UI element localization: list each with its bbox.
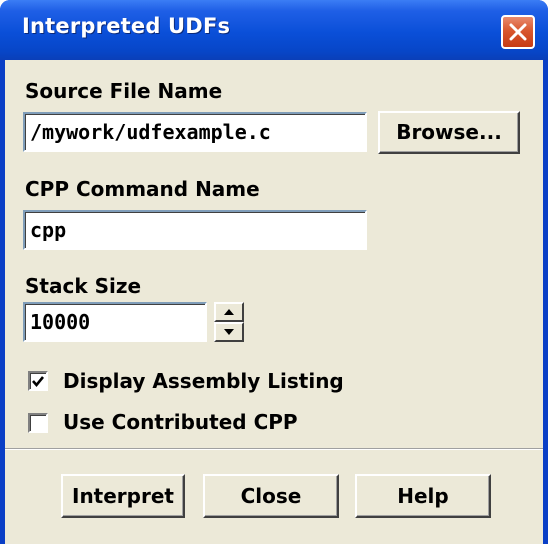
title-bar[interactable]: Interpreted UDFs: [0, 0, 548, 60]
stack-size-label: Stack Size: [25, 274, 142, 298]
interpret-button[interactable]: Interpret: [61, 474, 185, 518]
stack-size-input[interactable]: 10000: [23, 302, 207, 342]
cpp-command-input[interactable]: cpp: [23, 210, 367, 250]
stack-size-decrement-button[interactable]: [214, 322, 244, 342]
source-file-label: Source File Name: [25, 79, 223, 103]
up-arrow-icon: [224, 309, 234, 315]
display-assembly-checkbox[interactable]: [28, 371, 48, 391]
display-assembly-label[interactable]: Display Assembly Listing: [63, 369, 344, 393]
checkmark-icon: [32, 376, 45, 388]
dialog-body: Source File Name /mywork/udfexample.c Br…: [5, 60, 543, 544]
footer-separator: [5, 448, 543, 450]
cpp-command-label: CPP Command Name: [25, 177, 260, 201]
use-contributed-cpp-label[interactable]: Use Contributed CPP: [63, 410, 298, 434]
browse-button[interactable]: Browse...: [378, 111, 520, 154]
down-arrow-icon: [224, 329, 234, 335]
window-title: Interpreted UDFs: [22, 14, 231, 38]
close-button[interactable]: Close: [203, 474, 339, 518]
stack-size-increment-button[interactable]: [214, 302, 244, 322]
close-icon: [509, 23, 527, 41]
source-file-input[interactable]: /mywork/udfexample.c: [23, 112, 367, 152]
close-window-button[interactable]: [501, 15, 535, 49]
dialog-window: Interpreted UDFs Source File Name /mywor…: [0, 0, 548, 544]
use-contributed-cpp-checkbox[interactable]: [28, 413, 48, 433]
help-button[interactable]: Help: [355, 474, 491, 518]
